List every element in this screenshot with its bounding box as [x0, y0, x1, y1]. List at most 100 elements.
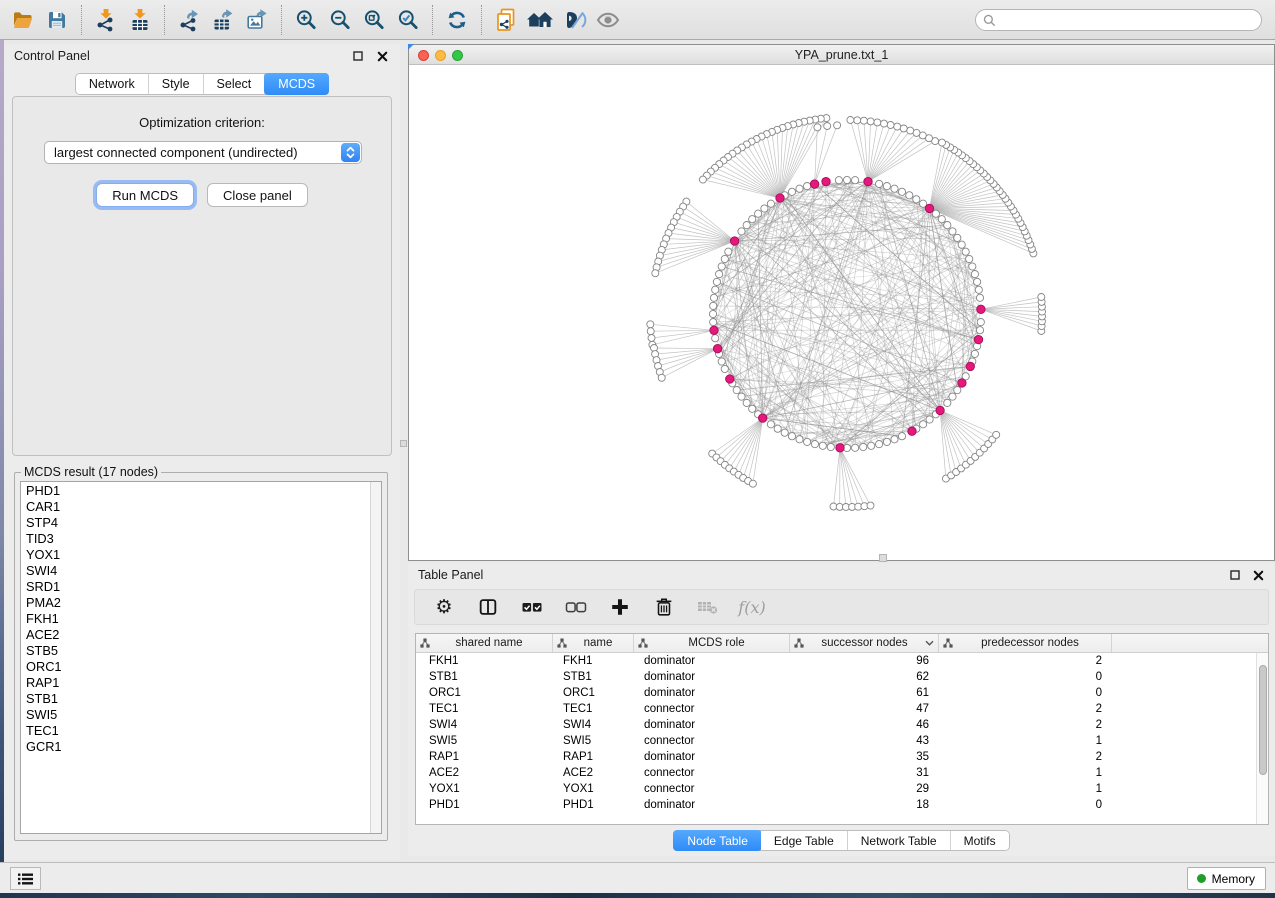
- network-node[interactable]: [900, 125, 907, 132]
- splitter-handle[interactable]: [879, 554, 887, 562]
- table-row[interactable]: ORC1ORC1dominator610: [416, 685, 1268, 701]
- mcds-hub-node[interactable]: [759, 414, 767, 422]
- table-row[interactable]: TEC1TEC1connector472: [416, 701, 1268, 717]
- network-node[interactable]: [976, 327, 983, 334]
- network-node[interactable]: [977, 319, 984, 326]
- network-node[interactable]: [993, 431, 1000, 438]
- import-network-button[interactable]: [89, 4, 123, 36]
- network-node[interactable]: [819, 442, 826, 449]
- network-node[interactable]: [788, 188, 795, 195]
- network-node[interactable]: [962, 248, 969, 255]
- close-panel-button[interactable]: [1250, 567, 1266, 583]
- network-node[interactable]: [954, 234, 961, 241]
- network-node[interactable]: [920, 421, 927, 428]
- table-row[interactable]: PHD1PHD1dominator180: [416, 797, 1268, 813]
- save-session-button[interactable]: [40, 4, 74, 36]
- zoom-selected-button[interactable]: [391, 4, 425, 36]
- open-session-button[interactable]: [6, 4, 40, 36]
- table-row[interactable]: FKH1FKH1dominator962: [416, 653, 1268, 669]
- network-node[interactable]: [733, 387, 740, 394]
- network-node[interactable]: [710, 302, 717, 309]
- list-item[interactable]: STB1: [21, 691, 369, 707]
- network-node[interactable]: [954, 387, 961, 394]
- mcds-hub-node[interactable]: [776, 194, 784, 202]
- network-node[interactable]: [652, 270, 659, 277]
- list-item[interactable]: STB5: [21, 643, 369, 659]
- table-row[interactable]: STB1STB1dominator620: [416, 669, 1268, 685]
- network-node[interactable]: [974, 278, 981, 285]
- mcds-hub-node[interactable]: [974, 335, 982, 343]
- delete-column-button[interactable]: [651, 594, 677, 620]
- network-node[interactable]: [971, 271, 978, 278]
- add-column-button[interactable]: [607, 594, 633, 620]
- network-node[interactable]: [975, 286, 982, 293]
- network-node[interactable]: [811, 441, 818, 448]
- network-node[interactable]: [738, 228, 745, 235]
- run-mcds-button[interactable]: Run MCDS: [96, 183, 194, 207]
- network-node[interactable]: [767, 421, 774, 428]
- network-node[interactable]: [710, 319, 717, 326]
- network-canvas[interactable]: [409, 65, 1274, 560]
- network-node[interactable]: [949, 393, 956, 400]
- mcds-hub-node[interactable]: [958, 379, 966, 387]
- column-header-shared-name[interactable]: shared name: [416, 634, 553, 652]
- network-node[interactable]: [718, 263, 725, 270]
- table-settings-button[interactable]: ⚙: [431, 594, 457, 620]
- mcds-hub-node[interactable]: [822, 177, 830, 185]
- list-item[interactable]: YOX1: [21, 547, 369, 563]
- network-node[interactable]: [932, 210, 939, 217]
- network-node[interactable]: [944, 222, 951, 229]
- network-node[interactable]: [843, 176, 850, 183]
- clear-selection-button[interactable]: [563, 594, 589, 620]
- tab-select[interactable]: Select: [204, 74, 266, 94]
- network-node[interactable]: [712, 286, 719, 293]
- tab-node-table[interactable]: Node Table: [673, 830, 762, 851]
- network-node[interactable]: [804, 438, 811, 445]
- mcds-hub-node[interactable]: [810, 180, 818, 188]
- float-panel-button[interactable]: [1227, 567, 1243, 583]
- export-network-button[interactable]: [172, 4, 206, 36]
- column-layout-button[interactable]: [475, 594, 501, 620]
- list-item[interactable]: PMA2: [21, 595, 369, 611]
- close-panel-action-button[interactable]: Close panel: [207, 183, 308, 207]
- network-node[interactable]: [881, 120, 888, 127]
- mcds-list-scrollbar[interactable]: [370, 482, 381, 833]
- network-node[interactable]: [876, 441, 883, 448]
- network-node[interactable]: [1038, 294, 1045, 301]
- list-item[interactable]: FKH1: [21, 611, 369, 627]
- network-node[interactable]: [906, 192, 913, 199]
- network-node[interactable]: [827, 443, 834, 450]
- mcds-hub-node[interactable]: [936, 406, 944, 414]
- network-node[interactable]: [749, 405, 756, 412]
- network-node[interactable]: [749, 480, 756, 487]
- list-item[interactable]: SWI4: [21, 563, 369, 579]
- network-node[interactable]: [835, 177, 842, 184]
- memory-button[interactable]: Memory: [1187, 867, 1266, 890]
- list-item[interactable]: STP4: [21, 515, 369, 531]
- network-node[interactable]: [658, 374, 665, 381]
- mcds-hub-node[interactable]: [836, 444, 844, 452]
- hide-style-button[interactable]: [557, 4, 591, 36]
- network-node[interactable]: [824, 123, 831, 130]
- mcds-hub-node[interactable]: [977, 305, 985, 313]
- network-node[interactable]: [796, 436, 803, 443]
- network-node[interactable]: [854, 117, 861, 124]
- zoom-in-button[interactable]: [289, 4, 323, 36]
- tab-mcds[interactable]: MCDS: [264, 73, 329, 95]
- network-node[interactable]: [907, 127, 914, 134]
- column-header-predecessor-nodes[interactable]: predecessor nodes: [939, 634, 1112, 652]
- network-node[interactable]: [898, 433, 905, 440]
- network-node[interactable]: [852, 444, 859, 451]
- network-node[interactable]: [913, 196, 920, 203]
- tab-network[interactable]: Network: [76, 74, 149, 94]
- network-node[interactable]: [721, 255, 728, 262]
- network-node[interactable]: [834, 122, 841, 129]
- search-input[interactable]: [975, 9, 1262, 31]
- network-node[interactable]: [938, 216, 945, 223]
- mcds-hub-node[interactable]: [713, 345, 721, 353]
- network-node[interactable]: [755, 210, 762, 217]
- table-scrollbar[interactable]: [1256, 653, 1268, 824]
- network-node[interactable]: [788, 433, 795, 440]
- table-row[interactable]: SWI5SWI5connector431: [416, 733, 1268, 749]
- table-row[interactable]: RAP1RAP1dominator352: [416, 749, 1268, 765]
